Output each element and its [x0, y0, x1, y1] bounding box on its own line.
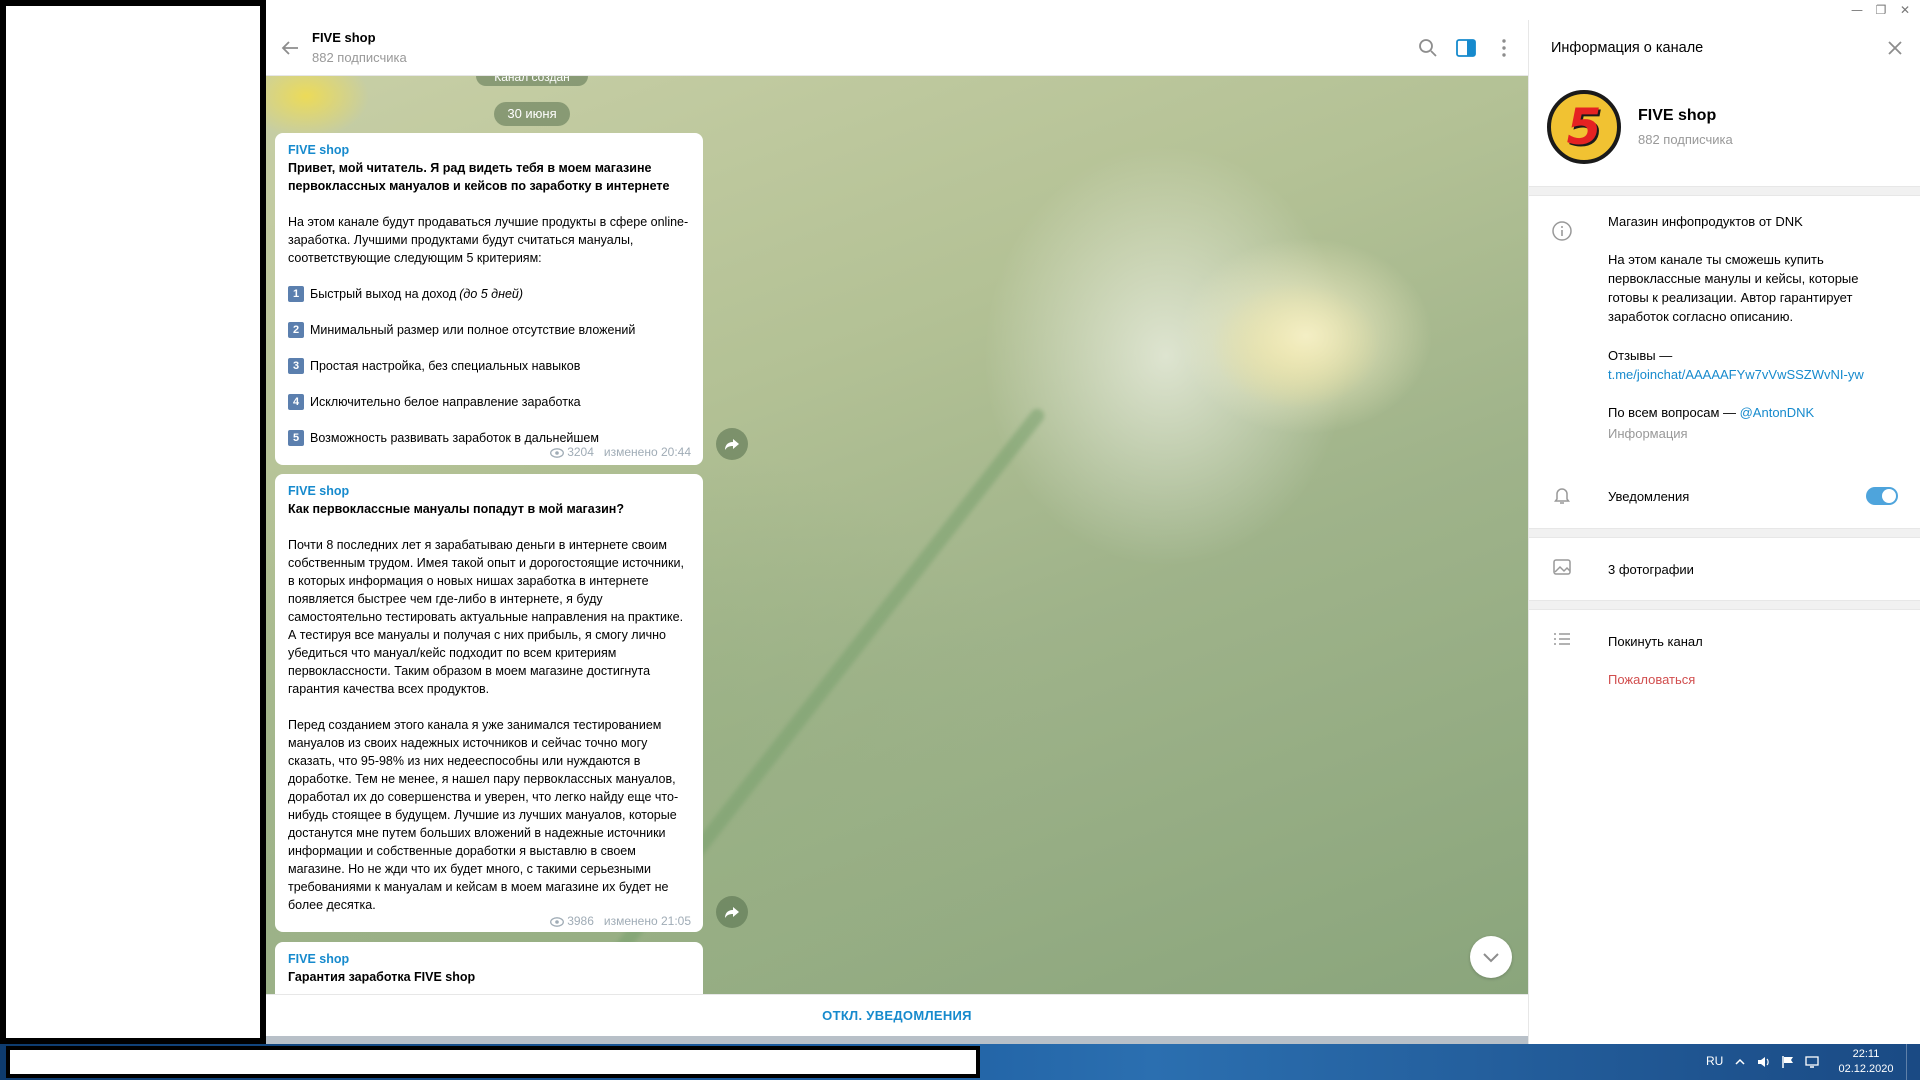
language-indicator[interactable]: RU [1706, 1054, 1723, 1068]
views-count: 3986 [567, 914, 594, 928]
keycap-number-icon: 1 [288, 286, 304, 302]
taskbar-text-field[interactable] [6, 1046, 980, 1078]
bell-icon [1554, 488, 1570, 504]
message-headline: Как первоклассные мануалы попадут в мой … [288, 502, 624, 516]
message-text: На этом канале будут продаваться лучшие … [288, 215, 689, 265]
chevron-down-icon [1483, 953, 1499, 963]
share-arrow-icon [725, 907, 739, 918]
questions-line: По всем вопросам — @AntonDNK [1608, 403, 1898, 422]
more-menu-icon[interactable] [1492, 36, 1516, 60]
edited-time: изменено 21:05 [603, 914, 691, 928]
questions-username-link[interactable]: @AntonDNK [1740, 405, 1815, 420]
clock-date: 02.12.2020 [1838, 1063, 1894, 1075]
edited-time: изменено 20:44 [603, 445, 691, 459]
sidebar-toggle-icon[interactable] [1454, 36, 1478, 60]
leave-channel-button[interactable]: Покинуть канал [1608, 632, 1898, 651]
notifications-toggle[interactable] [1866, 487, 1898, 505]
photo-icon [1553, 559, 1571, 575]
volume-icon[interactable] [1756, 1054, 1772, 1070]
message-text: Почти 8 последних лет я зарабатываю день… [288, 538, 684, 696]
list-item: 3 Простая настройка, без специальных навы… [288, 357, 691, 375]
message-sender[interactable]: FIVE shop [288, 950, 691, 968]
share-arrow-icon [725, 439, 739, 450]
back-arrow-icon[interactable] [278, 36, 302, 60]
section-divider [1529, 528, 1920, 538]
section-divider [1529, 600, 1920, 610]
window-titlebar: — ❐ ✕ [266, 0, 1920, 20]
mute-notifications-button[interactable]: ОТКЛ. УВЕДОМЛЕНИЯ [266, 994, 1528, 1036]
section-divider [1529, 186, 1920, 196]
chat-message-area[interactable]: Канал создан 30 июня FIVE shop Привет, м… [266, 76, 1528, 994]
minimize-button[interactable]: — [1846, 0, 1868, 20]
info-panel-title: Информация о канале [1551, 40, 1704, 56]
channel-subscribers: 882 подписчика [1638, 132, 1733, 147]
list-item-text: Быстрый выход на доход [310, 287, 457, 301]
channel-avatar[interactable]: 5 [1547, 90, 1621, 164]
chat-title[interactable]: FIVE shop [312, 30, 376, 45]
info-caption: Информация [1608, 426, 1688, 441]
message-sender[interactable]: FIVE shop [288, 482, 691, 500]
views-count: 3204 [567, 445, 594, 459]
left-blank-pane [0, 0, 266, 1044]
list-item-text: Минимальный размер или полное отсутствие… [310, 323, 636, 337]
photos-link[interactable]: 3 фотографии [1608, 560, 1898, 579]
list-item-text: Простая настройка, без специальных навык… [310, 359, 581, 373]
info-circle-icon [1552, 221, 1572, 241]
maximize-button[interactable]: ❐ [1870, 0, 1892, 20]
clock-time: 22:11 [1852, 1048, 1880, 1060]
scroll-down-button[interactable] [1470, 936, 1512, 978]
share-message-button[interactable] [716, 896, 748, 928]
list-item: 2 Минимальный размер или полное отсутстви… [288, 321, 691, 339]
date-pill: 30 июня [494, 102, 570, 126]
keycap-number-icon: 3 [288, 358, 304, 374]
channel-description-title: Магазин инфопродуктов от DNK [1608, 214, 1803, 229]
tray-expand-icon[interactable] [1732, 1054, 1748, 1070]
list-item-emphasis: (до 5 дней) [459, 287, 524, 301]
message-bubble[interactable]: FIVE shop Привет, мой читатель. Я рад ви… [275, 133, 703, 465]
channel-info-panel: Информация о канале 5 FIVE shop 882 подп… [1528, 20, 1920, 1044]
list-item: 1 Быстрый выход на доход (до 5 дней) [288, 285, 691, 303]
keycap-number-icon: 2 [288, 322, 304, 338]
flag-icon[interactable] [1780, 1054, 1796, 1070]
reviews-label: Отзывы — [1608, 348, 1673, 363]
message-bubble[interactable]: FIVE shop Гарантия заработка FIVE shop [275, 942, 703, 994]
date-pill-created: Канал создан [476, 76, 588, 86]
questions-label: По всем вопросам — [1608, 405, 1740, 420]
reviews-link[interactable]: t.me/joinchat/AAAAAFYw7vVwSSZWvNI-yw [1608, 365, 1898, 384]
list-icon [1554, 633, 1570, 645]
keycap-number-icon: 5 [288, 430, 304, 446]
channel-name: FIVE shop [1638, 107, 1717, 124]
show-desktop-button[interactable] [1906, 1044, 1920, 1080]
message-headline: Привет, мой читатель. Я рад видеть тебя … [288, 161, 670, 193]
chat-subscribers: 882 подписчика [312, 50, 407, 65]
views-eye-icon [550, 916, 565, 927]
network-icon[interactable] [1804, 1054, 1820, 1070]
bottom-strip [266, 1036, 1528, 1044]
toggle-knob [1882, 489, 1896, 503]
close-icon[interactable] [1885, 38, 1905, 58]
clock[interactable]: 22:11 02.12.2020 [1836, 1047, 1896, 1077]
report-button[interactable]: Пожаловаться [1608, 670, 1898, 689]
close-window-button[interactable]: ✕ [1894, 0, 1916, 20]
chat-header: FIVE shop 882 подписчика [266, 20, 1528, 76]
share-message-button[interactable] [716, 428, 748, 460]
notifications-label: Уведомления [1608, 489, 1690, 504]
views-eye-icon [550, 447, 565, 458]
keycap-number-icon: 4 [288, 394, 304, 410]
avatar-letter: 5 [1566, 98, 1602, 156]
message-sender[interactable]: FIVE shop [288, 141, 691, 159]
message-meta: 3986 изменено 21:05 [288, 914, 691, 928]
channel-description-body: На этом канале ты сможешь купить первокл… [1608, 252, 1859, 324]
list-item-text: Исключительно белое направление заработк… [310, 395, 581, 409]
left-blank-area [6, 6, 260, 1038]
os-taskbar: RU 22:11 02.12.2020 [0, 1044, 1920, 1080]
search-icon[interactable] [1416, 36, 1440, 60]
message-bubble[interactable]: FIVE shop Как первоклассные мануалы попа… [275, 474, 703, 932]
message-meta: 3204 изменено 20:44 [288, 445, 691, 459]
list-item: 4 Исключительно белое направление заработ… [288, 393, 691, 411]
message-headline: Гарантия заработка FIVE shop [288, 970, 476, 984]
message-text: Перед созданием этого канала я уже заним… [288, 718, 679, 912]
